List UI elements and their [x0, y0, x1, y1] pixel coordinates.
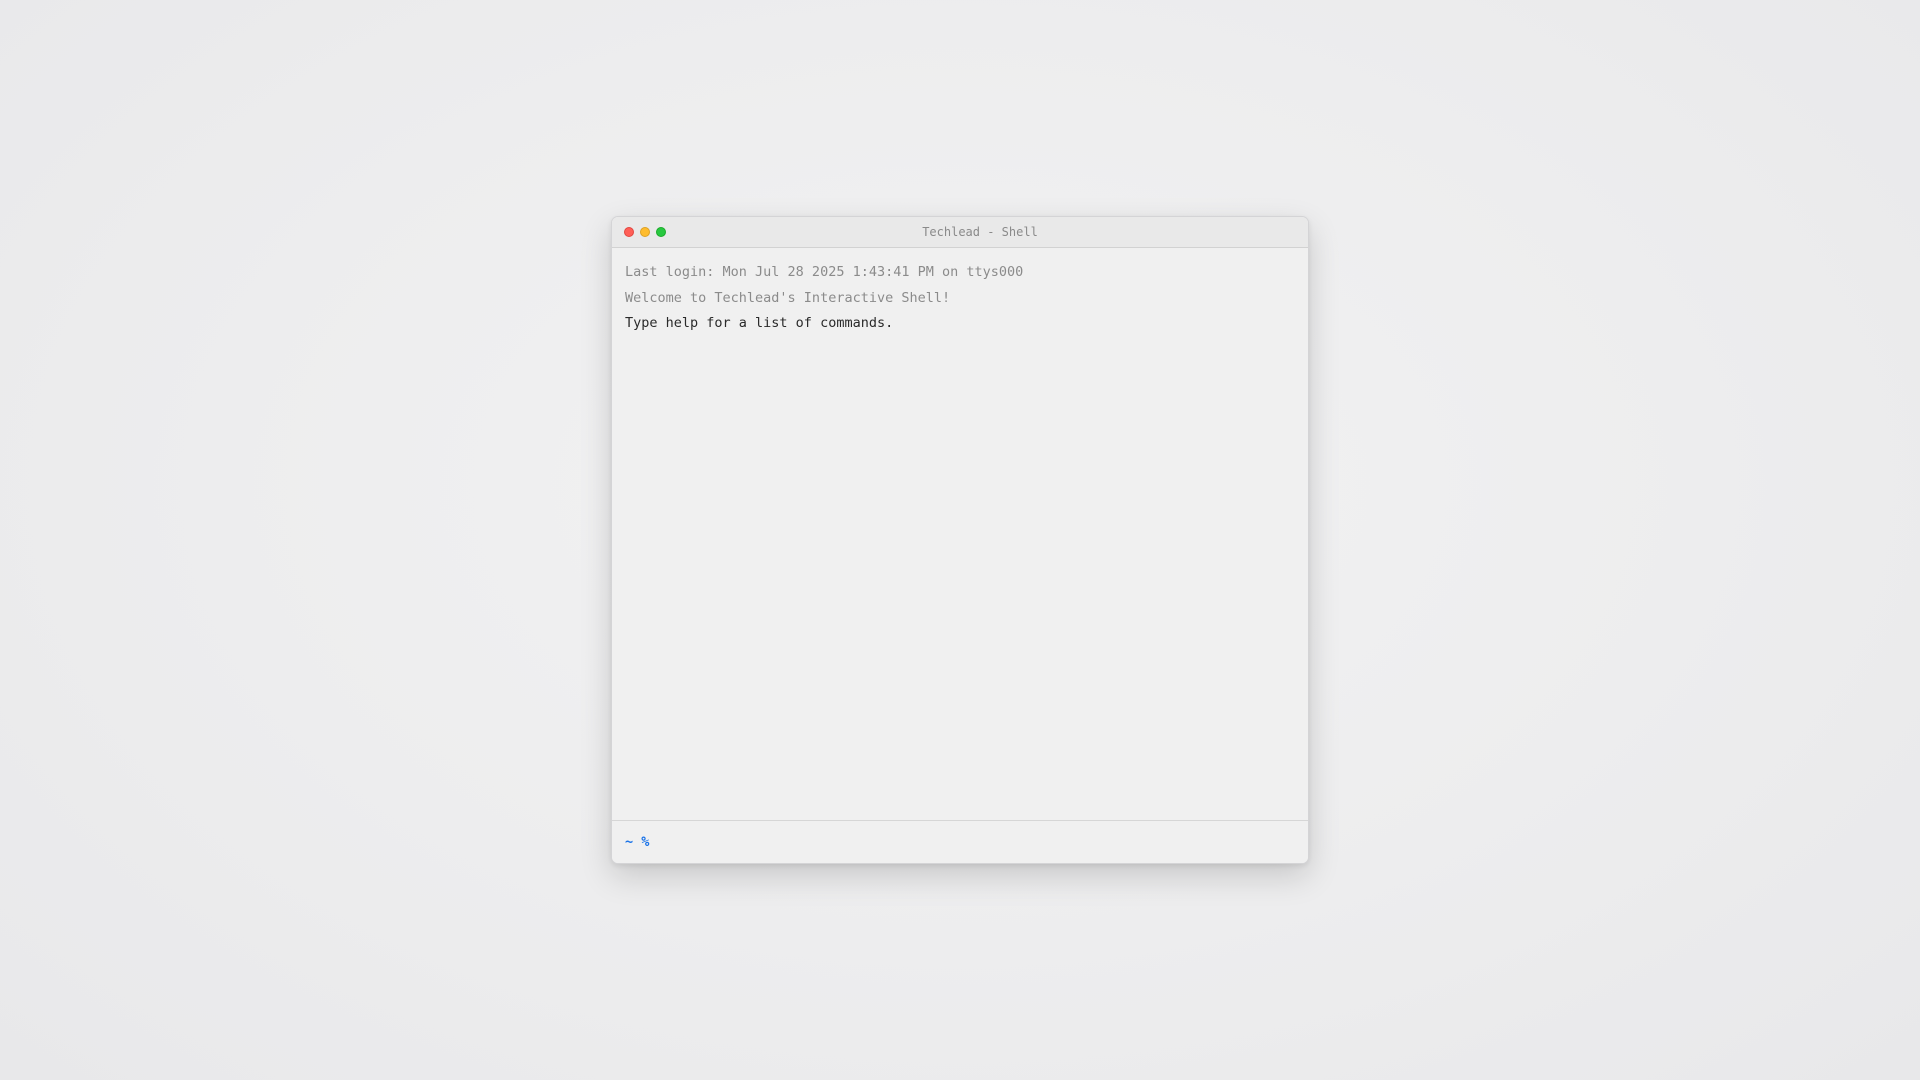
help-hint-line: Type help for a list of commands.: [625, 315, 894, 331]
terminal-window: Techlead - Shell Last login: Mon Jul 28 …: [611, 216, 1309, 864]
command-input[interactable]: [655, 830, 1308, 854]
title-bar[interactable]: Techlead - Shell: [612, 217, 1308, 248]
prompt-symbol: ~ %: [625, 834, 650, 850]
terminal-output[interactable]: Last login: Mon Jul 28 2025 1:43:41 PM o…: [612, 248, 1308, 820]
welcome-line: Welcome to Techlead's Interactive Shell!: [625, 289, 951, 306]
last-login-line: Last login: Mon Jul 28 2025 1:43:41 PM o…: [625, 264, 1024, 280]
window-title: Techlead - Shell: [922, 225, 1038, 239]
prompt-bar: ~ %: [612, 820, 1308, 863]
